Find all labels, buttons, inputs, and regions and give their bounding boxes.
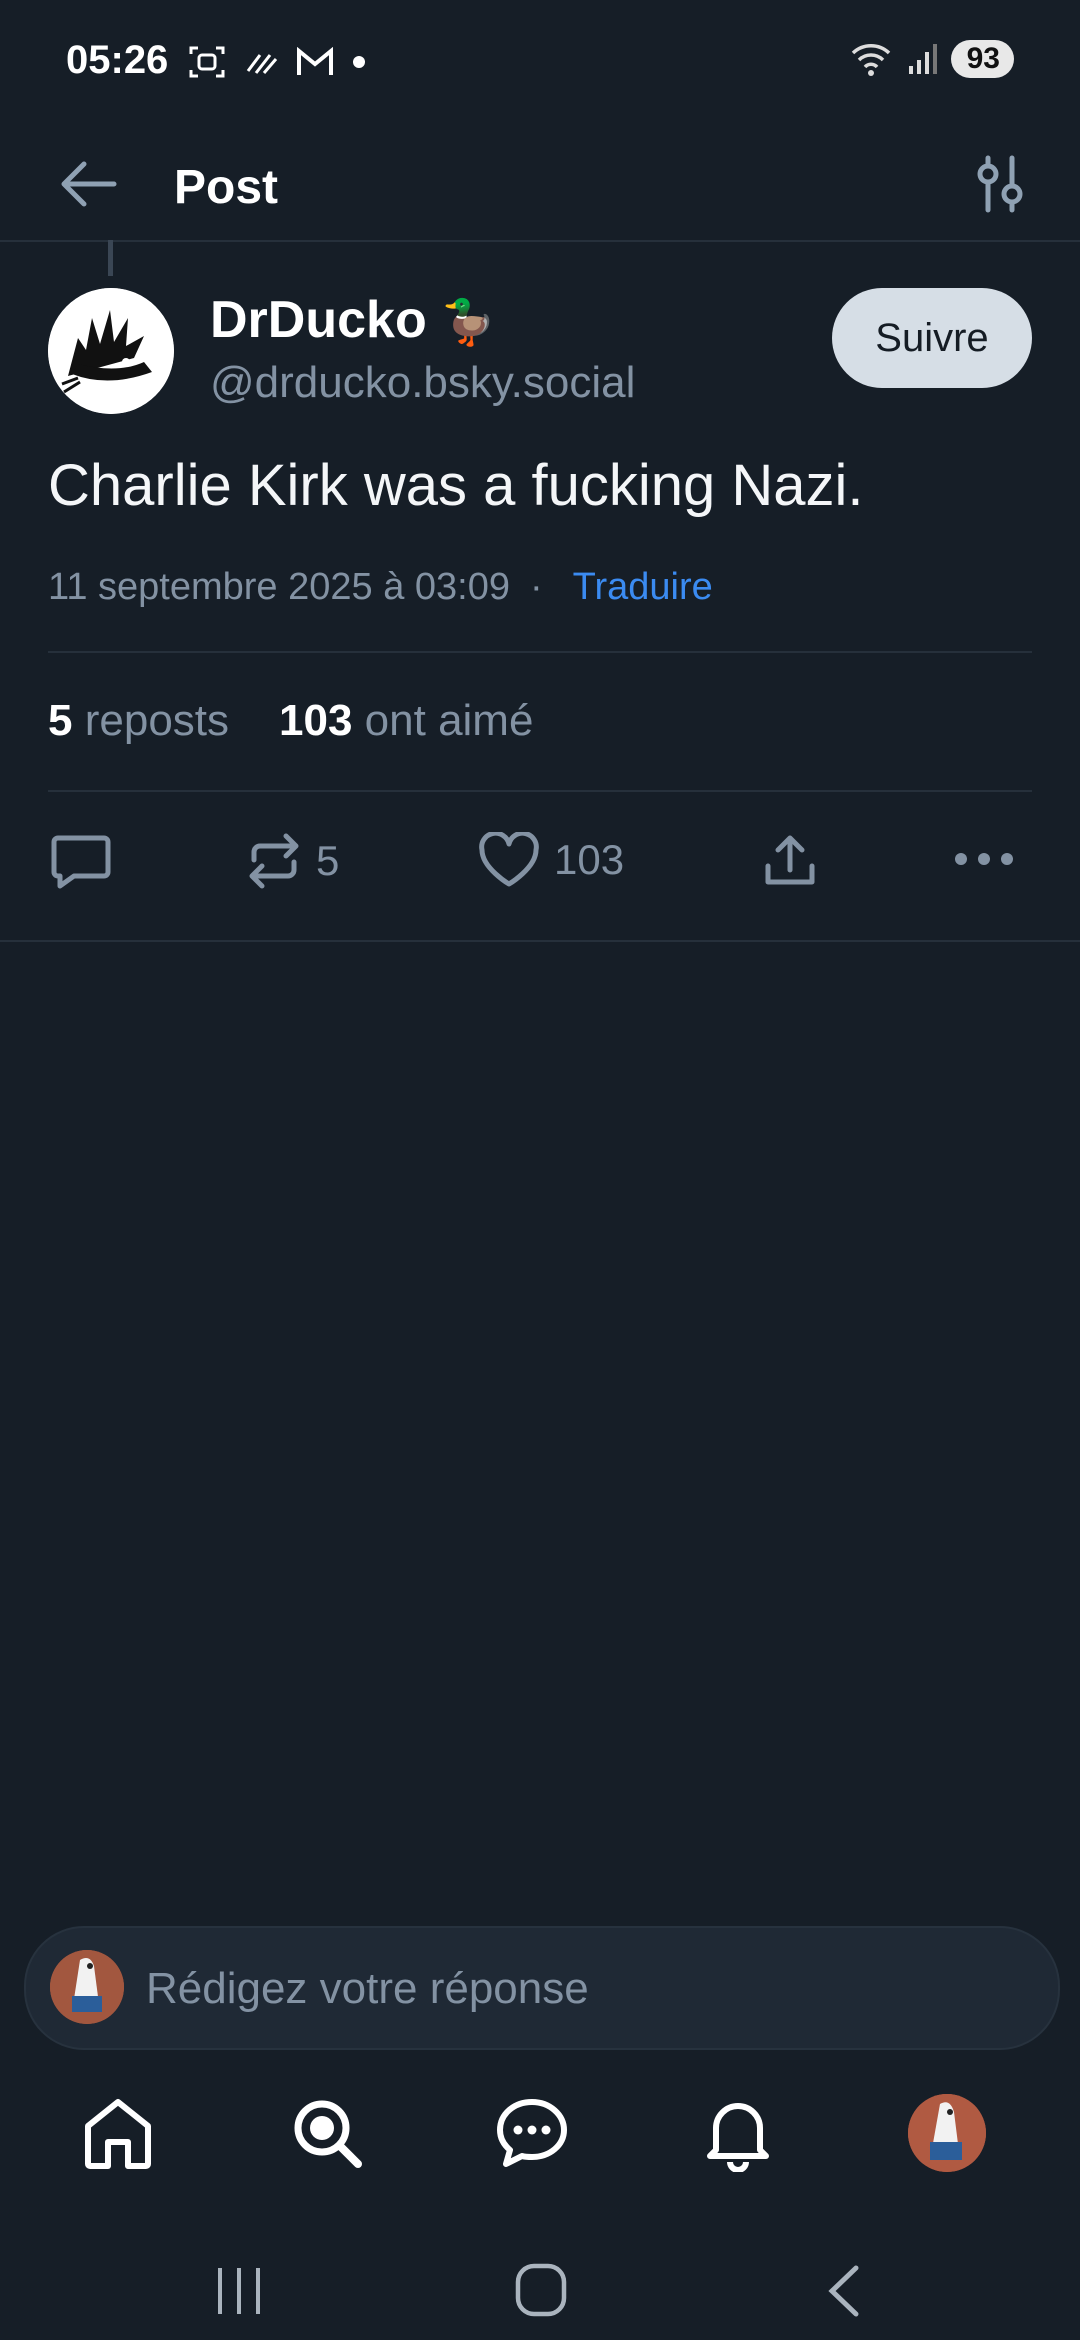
back-arrow-icon (61, 161, 117, 207)
battery-indicator: 93 (950, 40, 1014, 78)
nav-chat[interactable] (494, 2096, 570, 2175)
bell-icon (707, 2103, 769, 2173)
divider (0, 940, 1080, 942)
comment-icon (51, 835, 111, 889)
back-button[interactable] (56, 154, 120, 219)
chat-icon (497, 2099, 567, 2167)
data-saver-icon (246, 54, 278, 74)
share-icon (765, 835, 815, 885)
status-time: 05:26 (66, 38, 169, 82)
share-button[interactable] (762, 832, 818, 890)
top-bar: Post (0, 126, 1080, 242)
reposts-stat[interactable]: 5 reposts (48, 696, 229, 746)
author-name[interactable]: DrDucko 🦆 (210, 290, 496, 350)
reply-composer[interactable]: Rédigez votre réponse (24, 1926, 1060, 2050)
profile-avatar (908, 2094, 986, 2172)
chevron-left-icon (828, 2265, 859, 2317)
dot-icon (353, 56, 365, 68)
bottom-nav (0, 2082, 1080, 2252)
duck-emoji: 🦆 (441, 298, 496, 347)
gmail-icon (297, 47, 333, 75)
search-icon (294, 2100, 362, 2168)
repost-icon (249, 833, 299, 889)
like-count: 103 (554, 836, 625, 883)
thread-options-button[interactable] (972, 152, 1028, 221)
nav-search[interactable] (290, 2096, 364, 2175)
divider (48, 651, 1032, 653)
status-bar: 05:26 93 (0, 0, 1080, 126)
filter-icon (977, 155, 1023, 213)
post-timestamp: 11 septembre 2025 à 03:09 (48, 566, 510, 608)
system-nav-bar (0, 2250, 1080, 2340)
thread-line (108, 240, 113, 276)
reply-placeholder: Rédigez votre réponse (146, 1964, 589, 2013)
repost-button[interactable]: 5 (246, 832, 339, 890)
recents-icon (218, 2268, 260, 2314)
wifi-icon (851, 44, 890, 76)
more-options-button[interactable] (954, 852, 1014, 866)
post-text: Charlie Kirk was a fucking Nazi. (48, 453, 864, 518)
nav-notifications[interactable] (702, 2096, 774, 2177)
author-handle[interactable]: @drducko.bsky.social (210, 358, 635, 408)
reply-button[interactable] (50, 832, 112, 890)
home-system-button[interactable] (514, 2262, 568, 2323)
translate-link[interactable]: Traduire (573, 566, 713, 609)
signal-icon (908, 44, 937, 74)
author-avatar[interactable] (48, 288, 174, 414)
status-notification-icons (188, 44, 366, 80)
screenshot-icon (189, 46, 225, 78)
post-actions: 5 103 (0, 790, 1080, 940)
like-button[interactable]: 103 (478, 832, 624, 888)
nav-home[interactable] (82, 2096, 154, 2175)
recents-button[interactable] (214, 2264, 264, 2323)
more-icon (955, 853, 1013, 865)
nav-profile[interactable] (908, 2094, 986, 2172)
status-system-icons: 93 (849, 40, 1014, 78)
page-title: Post (174, 161, 279, 214)
my-avatar (50, 1950, 124, 2024)
home-icon (85, 2099, 151, 2169)
home-circle-icon (515, 2263, 567, 2317)
back-system-button[interactable] (822, 2262, 866, 2325)
follow-button[interactable]: Suivre (832, 288, 1032, 388)
heart-icon (479, 832, 539, 887)
meta-separator: · (529, 566, 543, 608)
post-stats: 5 reposts 103 ont aimé (48, 696, 533, 746)
likes-stat[interactable]: 103 ont aimé (279, 696, 533, 746)
post-meta: 11 septembre 2025 à 03:09 · Traduire (48, 566, 713, 609)
repost-count: 5 (316, 837, 340, 884)
